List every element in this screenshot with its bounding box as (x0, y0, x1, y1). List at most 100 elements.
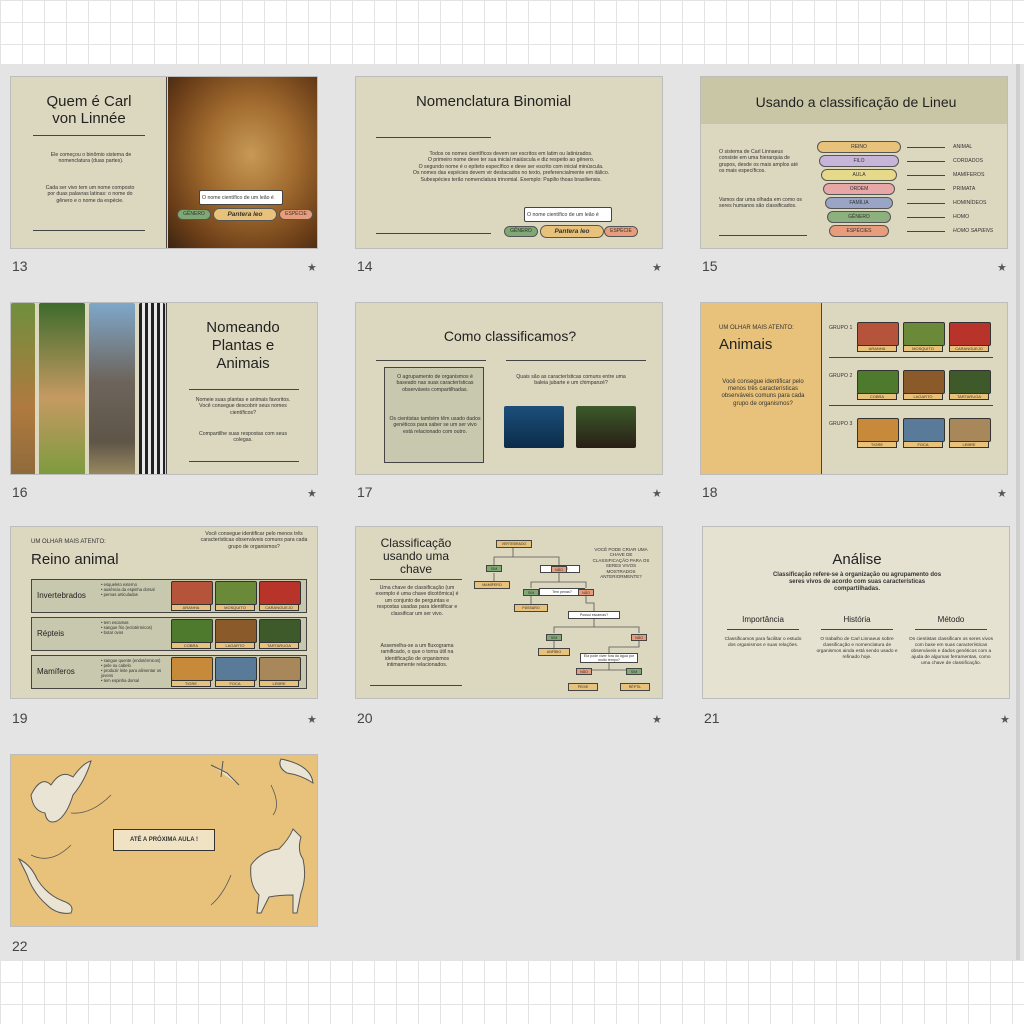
animal-label: LEBRE (949, 441, 989, 448)
star-icon[interactable]: ★ (652, 487, 662, 500)
slide-title: Animais (719, 336, 773, 353)
star-icon[interactable]: ★ (652, 261, 662, 274)
star-icon[interactable]: ★ (307, 261, 317, 274)
category-label: Invertebrados (37, 591, 86, 600)
analysis-text: Classificamos para facilitar o estudo do… (724, 637, 802, 648)
animal-photo (171, 657, 213, 681)
slide-thumbnail-16[interactable]: Nomeando Plantas e Animais Nomeie suas p… (10, 302, 318, 475)
animal-label: TIGRE (171, 680, 211, 687)
slide-number: 22 (12, 938, 28, 954)
rank-pill: ESPÉCIES (829, 225, 889, 237)
rank-value: HOMINÍDEOS (953, 200, 987, 206)
slide-number: 17 (357, 484, 373, 500)
arrow-line (907, 147, 945, 148)
slide-thumbnail-20[interactable]: Classificação usando uma chave Uma chave… (355, 526, 663, 699)
animal-photo (857, 370, 899, 394)
slide-thumbnail-17[interactable]: Como classificamos? O agrupamento de org… (355, 302, 663, 475)
elephant-photo (89, 303, 135, 474)
rank-value: ANIMAL (953, 144, 973, 150)
category-label: Mamíferos (37, 667, 75, 676)
species-name-pill: Pantera leo (540, 225, 604, 238)
animal-label: TARTARUGA (949, 393, 989, 400)
star-icon[interactable]: ★ (652, 713, 662, 726)
callout-box: O nome científico de um leão é (199, 190, 283, 205)
divider (376, 233, 491, 234)
divider (166, 77, 167, 248)
divider (821, 629, 893, 630)
animal-photo (259, 657, 301, 681)
arrow-line (907, 175, 945, 176)
divider (189, 389, 299, 390)
animal-photo (215, 657, 257, 681)
flow-node-nao2: NÃO (578, 589, 594, 596)
star-icon[interactable]: ★ (307, 487, 317, 500)
species-name-pill: Pantera leo (213, 208, 277, 221)
analysis-heading: Importância (742, 615, 784, 624)
animal-photo (171, 619, 213, 643)
divider (915, 629, 987, 630)
slide-body: Você consegue identificar pelo menos trê… (721, 379, 805, 407)
slide-title: Reino animal (31, 551, 119, 568)
star-icon[interactable]: ★ (1000, 713, 1010, 726)
animal-label: MOSQUITO (903, 345, 943, 352)
antelope-photo (11, 303, 35, 474)
slide-subtitle: Classificação refere-se à organização ou… (772, 572, 942, 592)
animal-label: COBRA (171, 642, 211, 649)
animal-photo (171, 581, 213, 605)
species-pill: ESPÉCIE (279, 209, 313, 220)
kicker: UM OLHAR MAIS ATENTO: (719, 325, 794, 331)
animal-photo (857, 322, 899, 346)
slide-title: Quem é Carl von Linnée (46, 93, 132, 127)
whale-photo (504, 406, 564, 448)
callout-box: O nome científico de um leão é (524, 207, 612, 222)
flow-node-sim3: SIM (546, 634, 562, 641)
animal-photo (949, 370, 991, 394)
slide-thumbnail-19[interactable]: UM OLHAR MAIS ATENTO: Reino animal Você … (10, 526, 318, 699)
genus-pill: GÊNERO (504, 226, 538, 237)
star-icon[interactable]: ★ (997, 261, 1007, 274)
slide-thumbnail-22[interactable]: ATÉ A PRÓXIMA AULA ! (10, 754, 318, 927)
flow-node-root: VERTEBRADO (496, 540, 532, 548)
slide-number: 21 (704, 710, 720, 726)
divider (189, 461, 299, 462)
rank-value: PRIMATA (953, 186, 976, 192)
animal-label: ARANHA (171, 604, 211, 611)
slide-body-2: Compartilhe suas respostas com seus cole… (199, 431, 287, 444)
animal-photo (903, 418, 945, 442)
animal-label: FOCA (215, 680, 255, 687)
star-icon[interactable]: ★ (307, 713, 317, 726)
animal-label: MOSQUITO (215, 604, 255, 611)
slide-thumbnail-21[interactable]: Análise Classificação refere-se à organi… (702, 526, 1010, 699)
category-traits: • tem escamas • sangue frio (ectotérmico… (101, 620, 153, 635)
question-text: Quais são as características comuns entr… (516, 374, 626, 387)
slide-body-2: Os cientistas também têm usado dados gen… (389, 416, 481, 435)
zebra-photo (139, 303, 165, 474)
slide-thumbnail-14[interactable]: Nomenclatura Binomial Todos os nomes cie… (355, 76, 663, 249)
slide-body: Nomeie suas plantas e animais favoritos.… (195, 397, 291, 416)
animal-label: CARANGUEJO (259, 604, 299, 611)
rank-pill: ORDEM (823, 183, 895, 195)
rank-pill: GÊNERO (827, 211, 891, 223)
slide-number: 18 (702, 484, 718, 500)
flow-node-reptil: RÉPTIL (620, 683, 650, 691)
flow-node-q3: Possui escamas? (568, 611, 620, 619)
rank-value: CORDADOS (953, 158, 983, 164)
slide-thumbnail-18[interactable]: UM OLHAR MAIS ATENTO: Animais Você conse… (700, 302, 1008, 475)
animal-photo (857, 418, 899, 442)
slide-thumbnail-13[interactable]: Quem é Carl von Linnée Ele começou o bin… (10, 76, 318, 249)
arrow-line (907, 217, 945, 218)
divider (166, 303, 167, 474)
flow-node-nao1: NÃO (551, 566, 567, 573)
arrow-line (907, 203, 945, 204)
rank-value: HOMO SAPIENS (953, 228, 994, 234)
star-icon[interactable]: ★ (997, 487, 1007, 500)
slide-number: 15 (702, 258, 718, 274)
divider (829, 405, 993, 406)
category-traits: • esqueleto externo • ausência da espinh… (101, 582, 155, 597)
slide-thumbnail-15[interactable]: Usando a classificação de Lineu O sistem… (700, 76, 1008, 249)
lion-cub-photo (39, 303, 85, 474)
rank-pill: REINO (817, 141, 901, 153)
scrollbar-edge[interactable] (1016, 64, 1020, 960)
divider (821, 303, 822, 474)
slide-body-2: Vamos dar uma olhada em como os seres hu… (719, 197, 802, 210)
